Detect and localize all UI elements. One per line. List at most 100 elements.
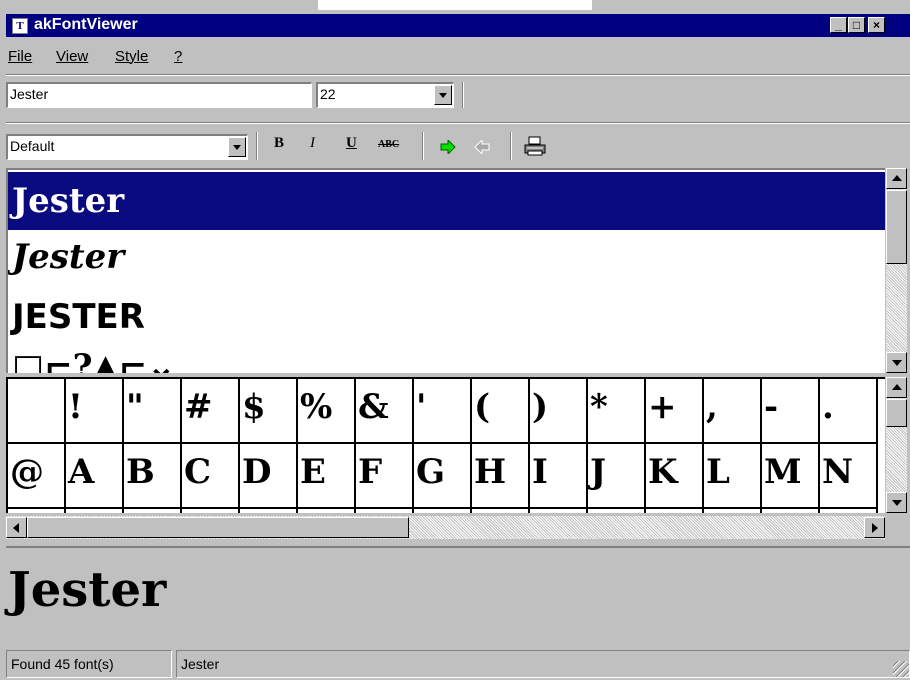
- grid-scrollbar[interactable]: [886, 377, 907, 513]
- style-combo[interactable]: Default: [6, 134, 248, 160]
- style-value: Default: [10, 138, 55, 154]
- char-cell[interactable]: K: [646, 444, 704, 509]
- char-cell[interactable]: [762, 509, 820, 513]
- status-font-count: Found 45 font(s): [6, 650, 172, 678]
- char-cell[interactable]: D: [240, 444, 298, 509]
- char-cell[interactable]: [646, 509, 704, 513]
- minimize-button[interactable]: _: [830, 17, 847, 33]
- char-cell[interactable]: C: [182, 444, 240, 509]
- char-cell[interactable]: .: [820, 379, 878, 444]
- toolbar-divider: [462, 82, 464, 108]
- font-name-field[interactable]: Jester: [6, 82, 312, 108]
- scroll-up-button[interactable]: [886, 168, 907, 189]
- char-cell[interactable]: *: [588, 379, 646, 444]
- char-cell[interactable]: @: [8, 444, 66, 509]
- char-cell[interactable]: N: [820, 444, 878, 509]
- char-cell[interactable]: ): [530, 379, 588, 444]
- char-cell[interactable]: B: [124, 444, 182, 509]
- font-list-item[interactable]: Jester: [8, 228, 885, 286]
- toolbar-row-divider: [6, 122, 910, 124]
- window-title: akFontViewer: [34, 16, 138, 33]
- scroll-thumb[interactable]: [886, 190, 907, 264]
- font-app-icon: T: [12, 18, 28, 34]
- status-font-name: Jester: [181, 656, 220, 672]
- char-cell[interactable]: L: [704, 444, 762, 509]
- char-cell[interactable]: I: [530, 444, 588, 509]
- toolbar-divider: [256, 132, 258, 160]
- char-cell[interactable]: F: [356, 444, 414, 509]
- menu-view[interactable]: View: [56, 48, 88, 65]
- scroll-down-button[interactable]: [886, 492, 907, 513]
- status-current-font: Jester: [176, 650, 910, 678]
- close-button[interactable]: ×: [868, 17, 885, 33]
- back-arrow-icon[interactable]: [474, 140, 490, 154]
- screen-gap: [318, 0, 592, 10]
- scroll-up-button[interactable]: [886, 377, 907, 398]
- grid-horizontal-scrollbar[interactable]: [6, 516, 885, 539]
- maximize-button[interactable]: □: [848, 17, 865, 33]
- char-cell[interactable]: [356, 509, 414, 513]
- char-cell[interactable]: ': [414, 379, 472, 444]
- char-cell[interactable]: A: [66, 444, 124, 509]
- preview-text: Jester: [8, 562, 167, 618]
- char-cell[interactable]: G: [414, 444, 472, 509]
- font-list-item[interactable]: □⌐?▲⌐⌄: [8, 338, 885, 373]
- char-cell[interactable]: [530, 509, 588, 513]
- font-list[interactable]: Jester Jester JESTER □⌐?▲⌐⌄: [6, 168, 885, 373]
- character-grid[interactable]: ! " # $% & '() * +, -. @ A B C D E F G H I J K L M N: [6, 377, 885, 513]
- char-cell[interactable]: [66, 509, 124, 513]
- char-cell[interactable]: [8, 379, 66, 444]
- scroll-left-button[interactable]: [6, 517, 27, 538]
- char-cell[interactable]: ,: [704, 379, 762, 444]
- char-cell[interactable]: &: [356, 379, 414, 444]
- strikethrough-button[interactable]: ABC: [378, 139, 399, 163]
- scroll-down-button[interactable]: [886, 352, 907, 373]
- char-cell[interactable]: [588, 509, 646, 513]
- font-list-item[interactable]: Jester: [8, 172, 885, 230]
- char-cell[interactable]: [298, 509, 356, 513]
- char-cell[interactable]: (: [472, 379, 530, 444]
- toolbar-divider: [422, 132, 424, 160]
- char-cell[interactable]: [182, 509, 240, 513]
- char-cell[interactable]: %: [298, 379, 356, 444]
- size-dropdown-button[interactable]: [434, 85, 452, 105]
- char-cell[interactable]: H: [472, 444, 530, 509]
- resize-grip[interactable]: [893, 661, 909, 677]
- app-window: T akFontViewer _ □ × File View Style ? J…: [0, 0, 910, 680]
- char-cell[interactable]: [820, 509, 878, 513]
- char-cell[interactable]: [8, 509, 66, 513]
- preview-panel: Jester: [6, 546, 910, 646]
- scroll-right-button[interactable]: [864, 517, 885, 538]
- char-cell[interactable]: [240, 509, 298, 513]
- italic-button[interactable]: I: [310, 135, 315, 159]
- horizontal-scroll-thumb[interactable]: [27, 517, 409, 538]
- char-cell[interactable]: [124, 509, 182, 513]
- menu-file[interactable]: File: [8, 48, 32, 65]
- char-cell[interactable]: ": [124, 379, 182, 444]
- char-cell[interactable]: [472, 509, 530, 513]
- title-bar[interactable]: T akFontViewer _ □ ×: [6, 14, 910, 37]
- forward-arrow-icon[interactable]: [440, 140, 456, 154]
- char-cell[interactable]: +: [646, 379, 704, 444]
- menu-help[interactable]: ?: [174, 48, 182, 65]
- char-cell[interactable]: E: [298, 444, 356, 509]
- toolbar-divider: [510, 132, 512, 160]
- char-cell[interactable]: J: [588, 444, 646, 509]
- bold-button[interactable]: B: [274, 135, 284, 159]
- font-size-value: 22: [320, 86, 336, 102]
- menu-divider: [6, 74, 910, 76]
- char-cell[interactable]: !: [66, 379, 124, 444]
- char-cell[interactable]: [704, 509, 762, 513]
- underline-button[interactable]: U: [346, 135, 357, 159]
- char-cell[interactable]: -: [762, 379, 820, 444]
- style-dropdown-button[interactable]: [228, 137, 246, 157]
- char-cell[interactable]: $: [240, 379, 298, 444]
- font-size-combo[interactable]: 22: [316, 82, 454, 108]
- font-list-scrollbar[interactable]: [886, 168, 907, 373]
- char-cell[interactable]: #: [182, 379, 240, 444]
- char-cell[interactable]: [414, 509, 472, 513]
- char-cell[interactable]: M: [762, 444, 820, 509]
- menu-style[interactable]: Style: [115, 48, 148, 65]
- scroll-thumb[interactable]: [886, 399, 907, 427]
- printer-icon[interactable]: [524, 136, 546, 156]
